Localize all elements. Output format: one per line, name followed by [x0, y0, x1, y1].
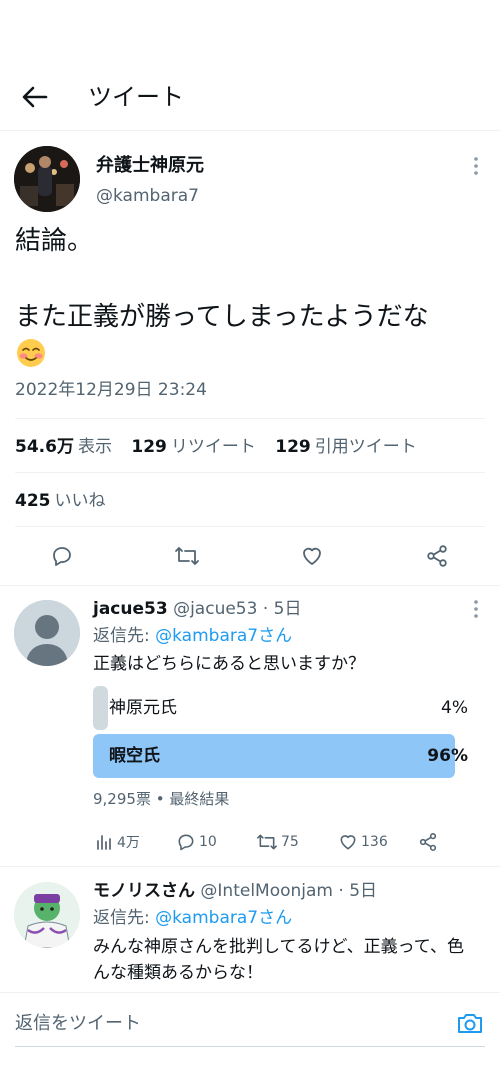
- divider: [15, 526, 485, 527]
- reply-text: みんな神原さんを批判してるけど、正義って、色んな種類あるからな！: [93, 937, 464, 983]
- reply-share-button[interactable]: [418, 830, 441, 854]
- retweet-icon: [257, 834, 277, 850]
- composer-underline: [15, 1046, 485, 1047]
- like-count-button[interactable]: 136: [338, 830, 388, 854]
- more-vertical-icon: [474, 157, 478, 175]
- page-title: ツイート: [88, 83, 184, 111]
- reply-header: jacue53 @jacue53 · 5日: [93, 597, 301, 621]
- tweet-more-button[interactable]: [466, 155, 486, 177]
- reply-to-link[interactable]: @kambara7さん: [155, 908, 292, 928]
- likes-stat[interactable]: 425 いいね: [15, 489, 106, 513]
- heart-icon: [303, 547, 321, 565]
- poll-option-percent: 96%: [427, 746, 468, 766]
- share-icon: [419, 833, 437, 851]
- reply-icon: [178, 834, 194, 851]
- reply-to-prefix: 返信先:: [93, 908, 156, 928]
- header-divider: [0, 130, 500, 131]
- default-profile-icon: [14, 600, 80, 666]
- reply-to-line: 返信先: @kambara7さん: [93, 906, 292, 930]
- back-button[interactable]: [18, 82, 52, 112]
- more-vertical-icon: [474, 600, 478, 618]
- poll-option-label: 暇空氏: [109, 746, 160, 766]
- retweet-icon: [175, 547, 199, 565]
- like-button[interactable]: [296, 542, 328, 570]
- arrow-left-icon: [22, 86, 48, 108]
- divider: [0, 585, 500, 586]
- anime-character-avatar-icon: [14, 882, 80, 948]
- reply-header: モノリスさん @IntelMoonjam · 5日: [93, 879, 377, 903]
- reply-author-handle[interactable]: @jacue53: [173, 599, 257, 619]
- share-icon: [427, 545, 447, 567]
- views-label: 表示: [77, 437, 112, 457]
- reply-to-link[interactable]: @kambara7さん: [155, 626, 292, 646]
- reply-more-button[interactable]: [466, 598, 486, 620]
- reply-author-name[interactable]: モノリスさん: [93, 881, 195, 901]
- poll-option-label: 神原元氏: [109, 698, 177, 718]
- reply-to-prefix: 返信先:: [93, 626, 156, 646]
- quotes-stat[interactable]: 129 引用ツイート: [275, 437, 417, 457]
- camera-icon: [458, 1014, 482, 1033]
- bar-chart-icon: [97, 835, 111, 850]
- reply-composer-input[interactable]: 返信をツイート: [15, 1010, 141, 1038]
- tweet-stats-row: 54.6万 表示 129 リツイート 129 引用ツイート: [15, 435, 431, 459]
- views-count: 4万: [117, 835, 140, 851]
- author-handle[interactable]: @kambara7: [96, 184, 199, 208]
- retweet-count-button[interactable]: 75: [256, 830, 299, 854]
- retweets-label: リツイート: [170, 437, 256, 457]
- poll-option-winner: 暇空氏 96%: [93, 734, 470, 778]
- reply-author-name[interactable]: jacue53: [93, 599, 168, 619]
- reply-time[interactable]: · 5日: [263, 599, 302, 619]
- divider: [15, 472, 485, 473]
- views-stat[interactable]: 54.6万 表示: [15, 437, 112, 457]
- tweet-timestamp[interactable]: 2022年12月29日 23:24: [15, 378, 207, 402]
- likes-label: いいね: [54, 491, 106, 511]
- retweet-count: 75: [281, 834, 299, 850]
- share-button[interactable]: [421, 542, 453, 570]
- quotes-count: 129: [275, 437, 311, 457]
- reply-icon: [53, 547, 71, 566]
- likes-count: 425: [15, 491, 51, 511]
- views-count: 54.6万: [15, 437, 74, 457]
- quotes-label: 引用ツイート: [314, 437, 417, 457]
- reply-button[interactable]: [46, 542, 78, 570]
- reply-avatar[interactable]: [14, 600, 80, 666]
- composer-divider: [0, 992, 500, 993]
- retweet-button[interactable]: [171, 542, 203, 570]
- retweets-count: 129: [131, 437, 167, 457]
- like-count: 136: [361, 834, 388, 850]
- views-button[interactable]: 4万: [96, 830, 140, 854]
- poll-option-bar: [93, 686, 108, 730]
- reply-to-line: 返信先: @kambara7さん: [93, 624, 292, 648]
- reply-count: 10: [199, 834, 217, 850]
- reply-avatar[interactable]: [14, 882, 80, 948]
- heart-icon: [340, 835, 356, 850]
- camera-button[interactable]: [456, 1010, 486, 1038]
- poll-summary: 9,295票 • 最終結果: [93, 790, 230, 808]
- poll-option-percent: 4%: [441, 698, 468, 718]
- poll-option: 神原元氏 4%: [93, 686, 470, 730]
- author-name[interactable]: 弁護士神原元: [96, 154, 204, 178]
- reply-text: 正義はどちらにあると思いますか？: [93, 654, 365, 674]
- reply-count-button[interactable]: 10: [176, 830, 217, 854]
- smiling-face-emoji-icon: [16, 338, 46, 368]
- divider: [0, 866, 500, 867]
- tweet-text: 結論。 また正義が勝ってしまったようだな: [15, 226, 429, 332]
- divider: [15, 418, 485, 419]
- author-avatar[interactable]: [14, 146, 80, 212]
- retweets-stat[interactable]: 129 リツイート: [131, 437, 256, 457]
- avatar-photo-icon: [14, 146, 80, 212]
- reply-author-handle[interactable]: @IntelMoonjam: [200, 881, 333, 901]
- reply-time[interactable]: · 5日: [338, 881, 377, 901]
